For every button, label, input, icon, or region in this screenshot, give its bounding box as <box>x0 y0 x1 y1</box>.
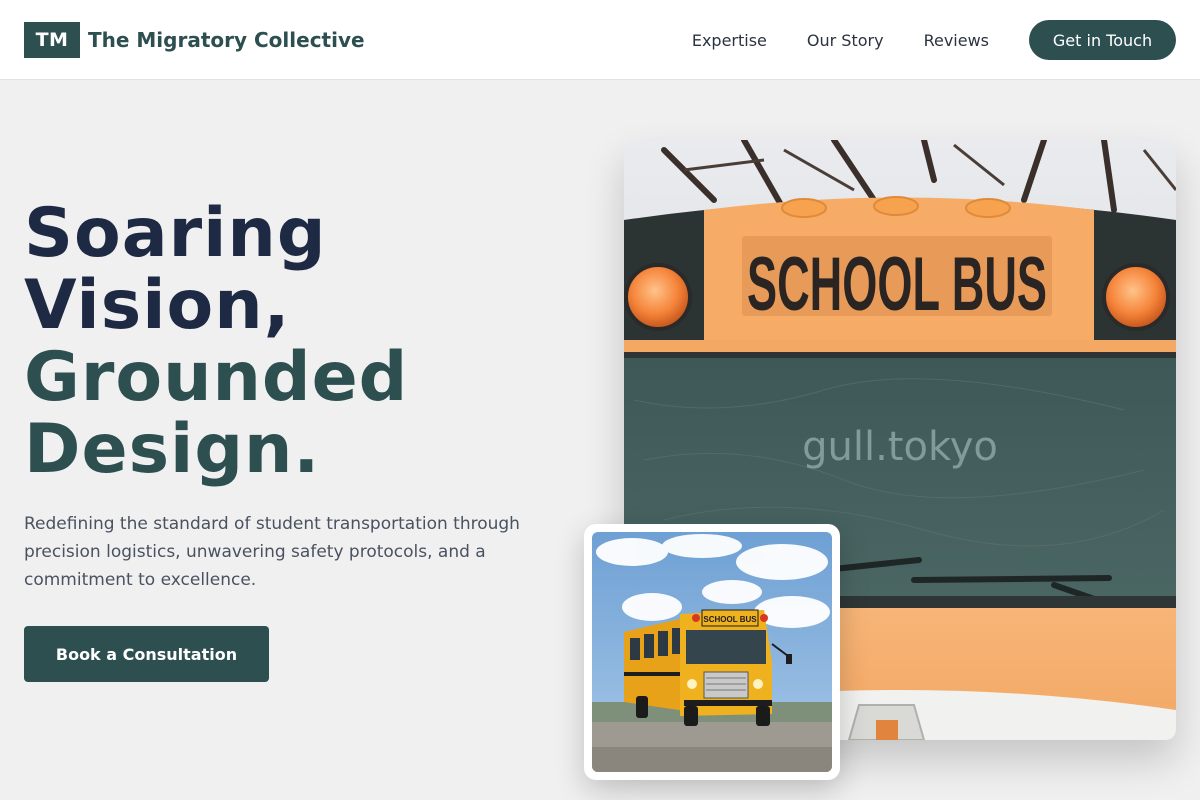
brand-logo[interactable]: TM The Migratory Collective <box>24 22 365 58</box>
hero-title-line-1: Soaring <box>24 194 327 273</box>
school-bus-thumbnail-card: SCHOOL BUS <box>584 524 840 780</box>
nav-link-our-story[interactable]: Our Story <box>807 31 884 50</box>
site-header: TM The Migratory Collective Expertise Ou… <box>0 0 1200 80</box>
main-nav: Expertise Our Story Reviews Get in Touch <box>692 20 1176 60</box>
bus-sign-text: SCHOOL BUS <box>747 242 1047 327</box>
hero-title-line-4: Design. <box>24 410 321 489</box>
hero-title: Soaring Vision, Grounded Design. <box>24 198 408 486</box>
watermark-text: gull.tokyo <box>802 424 998 470</box>
hero-description: Redefining the standard of student trans… <box>24 514 520 590</box>
nav-link-reviews[interactable]: Reviews <box>924 31 989 50</box>
school-bus-road-image: SCHOOL BUS <box>592 532 832 772</box>
book-consultation-button[interactable]: Book a Consultation <box>24 626 269 682</box>
thumbnail-sign-text: SCHOOL BUS <box>703 615 757 624</box>
get-in-touch-button[interactable]: Get in Touch <box>1029 20 1176 60</box>
hero-title-line-3: Grounded <box>24 338 409 417</box>
brand-name: The Migratory Collective <box>88 28 365 52</box>
logo-mark: TM <box>24 22 80 58</box>
nav-link-expertise[interactable]: Expertise <box>692 31 767 50</box>
hero-title-line-2: Vision, <box>24 266 291 345</box>
